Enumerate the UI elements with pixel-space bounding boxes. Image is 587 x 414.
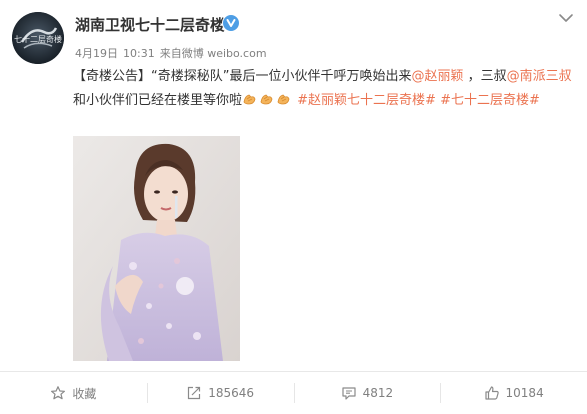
repost-icon	[186, 385, 202, 401]
username[interactable]: 湖南卫视七十二层奇楼	[75, 14, 225, 35]
source-prefix: 来自	[159, 47, 182, 60]
favorite-button[interactable]: 收藏	[0, 372, 147, 414]
portrait-photo	[73, 136, 240, 361]
weibo-post-card: 七十二层奇楼 湖南卫视七十二层奇楼 4月19日 10:31 来自微博 weibo.c…	[0, 0, 587, 414]
clap-emoji-icon	[276, 91, 291, 106]
post-image[interactable]	[73, 136, 240, 361]
repost-button[interactable]: 185646	[146, 372, 294, 414]
clap-emoji-icon	[259, 91, 274, 106]
repost-count: 185646	[208, 386, 255, 400]
star-icon	[50, 385, 66, 401]
like-button[interactable]: 10184	[440, 372, 587, 414]
clap-emoji-icon	[242, 91, 257, 106]
like-count: 10184	[505, 386, 544, 400]
post-time[interactable]: 10:31	[123, 47, 155, 60]
avatar[interactable]: 七十二层奇楼	[12, 12, 64, 64]
verified-v-icon	[222, 14, 240, 32]
post-text: 【奇楼公告】“奇楼探秘队”最后一位小伙伴千呼万唤始出来@赵丽颖 ，三叔@南派三叔…	[73, 65, 573, 113]
text-part-1: “奇楼探秘队”最后一位小伙伴千呼万唤始出来	[151, 69, 412, 84]
post-date[interactable]: 4月19日	[75, 47, 118, 60]
thumbs-up-icon	[484, 385, 500, 401]
text-part-3: 和小伙伴们已经在楼里等你啦	[73, 93, 243, 108]
post-source[interactable]: 微博 weibo.com	[182, 47, 267, 60]
avatar-text: 七十二层奇楼	[14, 34, 62, 44]
comment-button[interactable]: 4812	[293, 372, 441, 414]
text-part-2: ，三叔	[463, 69, 507, 84]
hashtag-72-floors[interactable]: #七十二层奇楼#	[440, 93, 540, 108]
hashtag-zhao-liying[interactable]: #赵丽颖七十二层奇楼#	[297, 93, 436, 108]
post-meta: 4月19日 10:31 来自微博 weibo.com	[75, 45, 272, 61]
favorite-label: 收藏	[72, 386, 97, 401]
chevron-down-icon[interactable]	[558, 12, 574, 24]
bracket-title: 【奇楼公告】	[73, 69, 152, 84]
comment-icon	[341, 385, 357, 401]
avatar-logo-icon: 七十二层奇楼	[12, 12, 64, 64]
mention-nanpai-sanshu[interactable]: @南派三叔	[507, 69, 572, 84]
action-bar: 收藏 185646 4812 10184	[0, 371, 587, 414]
comment-count: 4812	[362, 386, 394, 400]
mention-zhao-liying[interactable]: @赵丽颖	[412, 69, 464, 84]
